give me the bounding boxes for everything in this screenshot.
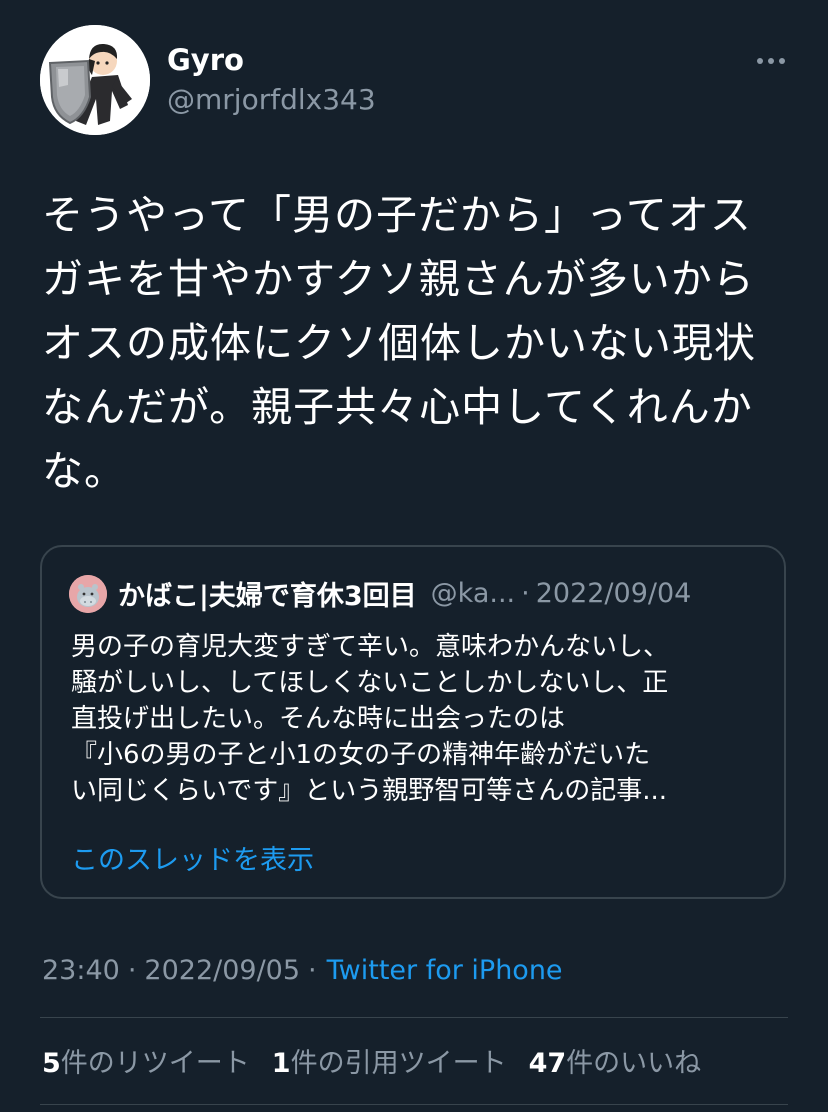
show-thread-link[interactable]: このスレッドを表示 bbox=[71, 843, 314, 879]
divider bbox=[40, 1017, 788, 1018]
tweet-meta: 23:40 · 2022/09/05 · Twitter for iPhone bbox=[42, 950, 563, 990]
quoted-author-avatar[interactable] bbox=[69, 575, 107, 613]
quoted-text-line: い同じくらいです』という親野智可等さんの記事... bbox=[71, 776, 668, 806]
likes-stat[interactable]: 47件のいいね bbox=[529, 1041, 702, 1080]
tweet-time: 23:40 bbox=[42, 954, 120, 986]
dot bbox=[779, 58, 785, 64]
retweet-count: 5 bbox=[42, 1047, 61, 1079]
more-options-icon[interactable] bbox=[746, 44, 796, 78]
hippo-avatar-icon bbox=[69, 575, 107, 613]
tweet-source-link[interactable]: Twitter for iPhone bbox=[327, 955, 563, 986]
quote-count: 1 bbox=[271, 1047, 291, 1079]
quoted-tweet-date: 2022/09/04 bbox=[535, 577, 692, 609]
tweet-text-line: な。 bbox=[42, 447, 126, 495]
tweet-text-line: なんだが。親子共々心中してくれんか bbox=[42, 383, 753, 431]
author-display-name[interactable]: Gyro bbox=[167, 40, 244, 80]
quoted-tweet-header: かばこ|夫婦で育休3回目 @ka... · 2022/09/04 bbox=[118, 573, 691, 613]
quoted-author-handle[interactable]: @ka... bbox=[431, 578, 515, 609]
tweet-text: そうやって「男の子だから」ってオス ガキを甘やかすクソ親さんが多いから オスの成体に… bbox=[42, 183, 782, 503]
quoted-tweet-text: 男の子の育児大変すぎて辛い。意味わかんないし、 騒がしいし、してほしくないことしか… bbox=[71, 629, 771, 809]
meta-separator: · bbox=[127, 954, 137, 986]
tweet-text-line: ガキを甘やかすクソ親さんが多いから bbox=[42, 255, 755, 303]
tweet-stats: 5件のリツイート 1件の引用ツイート 47件のいいね bbox=[42, 1040, 723, 1080]
tweet-text-line: そうやって「男の子だから」ってオス bbox=[42, 191, 752, 239]
quoted-text-line: 騒がしいし、してほしくないことしかしないし、正 bbox=[71, 668, 669, 698]
tweet-detail: Gyro @mrjorfdlx343 そうやって「男の子だから」ってオス ガキを甘… bbox=[0, 0, 828, 1112]
like-count: 47 bbox=[528, 1047, 567, 1079]
dot bbox=[757, 58, 763, 64]
tweet-text-line: オスの成体にクソ個体しかいない現状 bbox=[42, 319, 756, 367]
retweet-label: 件のリツイート bbox=[60, 1047, 250, 1079]
dot bbox=[768, 58, 774, 64]
tweet-date: 2022/09/05 bbox=[144, 954, 301, 986]
quoted-text-line: 『小6の男の子と小1の女の子の精神年齢がだいた bbox=[71, 740, 651, 770]
person-with-shield-avatar-icon bbox=[40, 25, 150, 135]
quoted-tweet-card[interactable]: かばこ|夫婦で育休3回目 @ka... · 2022/09/04 男の子の育児大… bbox=[40, 545, 786, 899]
author-handle[interactable]: @mrjorfdlx343 bbox=[167, 80, 376, 120]
divider bbox=[40, 1104, 788, 1105]
quoted-text-line: 男の子の育児大変すぎて辛い。意味わかんないし、 bbox=[71, 632, 670, 662]
like-label: 件のいいね bbox=[566, 1047, 702, 1079]
quoted-author-display-name[interactable]: かばこ|夫婦で育休3回目 bbox=[118, 574, 417, 613]
retweets-stat[interactable]: 5件のリツイート bbox=[42, 1041, 250, 1080]
quote-tweets-stat[interactable]: 1件の引用ツイート bbox=[272, 1041, 507, 1080]
quote-label: 件の引用ツイート bbox=[290, 1047, 507, 1079]
author-avatar[interactable] bbox=[40, 25, 150, 135]
quoted-text-line: 直投げ出したい。そんな時に出会ったのは bbox=[71, 704, 566, 734]
quoted-separator: · bbox=[521, 577, 530, 609]
meta-separator: · bbox=[308, 954, 317, 986]
